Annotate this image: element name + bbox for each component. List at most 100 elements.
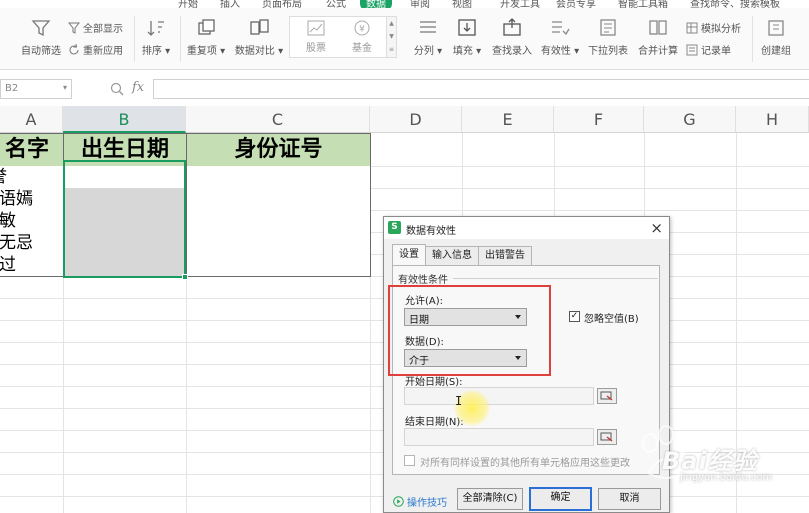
- name-cell[interactable]: 杨过: [0, 254, 64, 277]
- formula-input[interactable]: [153, 79, 809, 99]
- find-enter-button[interactable]: 查找录入: [488, 18, 536, 57]
- birthdate-cell[interactable]: [63, 210, 187, 233]
- fill-button[interactable]: 填充 ▾: [449, 18, 485, 57]
- data-select[interactable]: 介于: [404, 349, 527, 367]
- menu-tab-member[interactable]: 会员专享: [556, 0, 596, 8]
- validity-button[interactable]: 有效性 ▾: [538, 18, 582, 57]
- reapply-button[interactable]: 重新应用: [68, 42, 123, 57]
- split-icon: [420, 21, 436, 33]
- dialog-tabs: 设置 输入信息 出错警告: [392, 244, 532, 265]
- menu-tab-insert[interactable]: 插入: [220, 0, 240, 8]
- create-group-button[interactable]: 创建组: [757, 18, 795, 57]
- settings-panel: 有效性条件 允许(A): 日期 ✓ 忽略空值(B) 数据(D): 介于 开始日期…: [392, 265, 660, 475]
- divider: [453, 278, 658, 279]
- allow-label: 允许(A):: [405, 296, 444, 307]
- range-picker-button[interactable]: [597, 429, 617, 445]
- record-form-icon: [686, 44, 698, 55]
- tips-link[interactable]: 操作技巧: [393, 494, 447, 509]
- apply-all-checkbox[interactable]: [404, 455, 415, 466]
- split-column-button[interactable]: 分列 ▾: [410, 18, 446, 57]
- group-icon: [768, 20, 784, 36]
- stock-fund-gallery: 股票 ¥ 基金: [289, 16, 387, 58]
- name-cell[interactable]: 李誉: [0, 166, 64, 189]
- birthdate-cell[interactable]: [63, 188, 187, 211]
- fill-down-icon: [458, 19, 476, 36]
- search-commands[interactable]: 查找命令、搜索模板: [690, 0, 780, 8]
- fund-button[interactable]: ¥ 基金: [340, 20, 384, 54]
- column-header-f[interactable]: F: [554, 106, 644, 133]
- dialog-title-bar[interactable]: S 数据有效性 ×: [384, 217, 669, 239]
- id-number-cell[interactable]: [186, 254, 371, 277]
- column-header-h[interactable]: H: [736, 106, 809, 133]
- menu-tab-toolbox[interactable]: 智能工具箱: [618, 0, 668, 8]
- group-label: 有效性条件: [398, 271, 451, 286]
- menu-tab-home[interactable]: 开始: [178, 0, 198, 8]
- ignore-blank-label: 忽略空值(B): [584, 314, 639, 325]
- stock-chart-icon: [307, 20, 325, 36]
- duplicates-button[interactable]: 重复项 ▾: [183, 18, 229, 57]
- dialog-title: 数据有效性: [406, 226, 456, 237]
- auto-filter-button[interactable]: 自动筛选: [18, 18, 64, 57]
- fx-icon[interactable]: fx: [132, 80, 144, 95]
- column-header-c[interactable]: C: [186, 106, 370, 133]
- data-compare-button[interactable]: 数据对比 ▾: [233, 18, 285, 57]
- range-picker-icon: [600, 391, 613, 401]
- data-label: 数据(D):: [405, 337, 444, 348]
- menu-tab-data[interactable]: 数据: [360, 0, 392, 8]
- filter-icon: [31, 20, 51, 37]
- header-cell-name[interactable]: 名字: [0, 133, 64, 167]
- tab-error-alert[interactable]: 出错警告: [478, 246, 532, 265]
- column-header-a[interactable]: A: [0, 106, 63, 133]
- header-cell-birthdate[interactable]: 出生日期: [63, 133, 187, 167]
- id-number-cell[interactable]: [186, 188, 371, 211]
- consolidate-button[interactable]: 合并计算: [636, 18, 680, 57]
- zoom-icon[interactable]: [110, 82, 124, 96]
- ok-button[interactable]: 确定: [529, 487, 592, 511]
- watermark-url: jingyan.baidu.com: [680, 472, 773, 483]
- birthdate-cell[interactable]: [63, 254, 187, 277]
- dropdown-list-button[interactable]: 下拉列表: [586, 18, 630, 57]
- show-all-button[interactable]: 全部显示: [68, 20, 123, 35]
- sort-button[interactable]: 排序 ▾: [138, 18, 174, 57]
- column-header-b[interactable]: B: [63, 106, 186, 133]
- clear-all-button[interactable]: 全部清除(C): [457, 488, 523, 510]
- menu-tab-developer[interactable]: 开发工具: [500, 0, 540, 8]
- compare-icon: [250, 19, 269, 35]
- fill-handle[interactable]: [182, 274, 188, 280]
- ignore-blank-checkbox[interactable]: ✓: [569, 311, 580, 322]
- consolidate-icon: [649, 20, 667, 35]
- validity-icon: [552, 21, 570, 36]
- apply-all-label: 对所有同样设置的其他所有单元格应用这些更改: [420, 458, 630, 469]
- id-number-cell[interactable]: [186, 232, 371, 255]
- dropdown-list-icon: [600, 19, 616, 36]
- birthdate-cell[interactable]: [63, 166, 187, 189]
- column-header-e[interactable]: E: [462, 106, 554, 133]
- name-cell[interactable]: 张无忌: [0, 232, 64, 255]
- allow-select[interactable]: 日期: [404, 308, 527, 326]
- play-circle-icon: [393, 496, 404, 507]
- menu-tab-review[interactable]: 审阅: [410, 0, 430, 8]
- what-if-button[interactable]: 模拟分析: [686, 20, 741, 35]
- name-cell[interactable]: 赵敏: [0, 210, 64, 233]
- id-number-cell[interactable]: [186, 210, 371, 233]
- id-number-cell[interactable]: [186, 166, 371, 189]
- start-date-input[interactable]: [404, 387, 594, 405]
- record-form-button[interactable]: 记录单: [686, 42, 731, 57]
- menu-tab-view[interactable]: 视图: [452, 0, 472, 8]
- tab-settings[interactable]: 设置: [392, 244, 426, 265]
- tab-input-message[interactable]: 输入信息: [425, 246, 479, 265]
- name-cell[interactable]: 王语嫣: [0, 188, 64, 211]
- menu-tab-page-layout[interactable]: 页面布局: [262, 0, 302, 8]
- separator: [180, 16, 181, 62]
- stock-button[interactable]: 股票: [294, 20, 338, 54]
- gallery-scroll[interactable]: ▲ ▼ ≡: [387, 16, 397, 58]
- menu-tab-formula[interactable]: 公式: [326, 0, 346, 8]
- name-box[interactable]: B2 ▾: [0, 79, 72, 99]
- close-icon[interactable]: ×: [650, 219, 663, 237]
- end-date-input[interactable]: [404, 428, 594, 446]
- header-cell-id-number[interactable]: 身份证号: [186, 133, 371, 167]
- birthdate-cell[interactable]: [63, 232, 187, 255]
- range-picker-button[interactable]: [597, 388, 617, 404]
- column-header-g[interactable]: G: [644, 106, 736, 133]
- column-header-d[interactable]: D: [370, 106, 462, 133]
